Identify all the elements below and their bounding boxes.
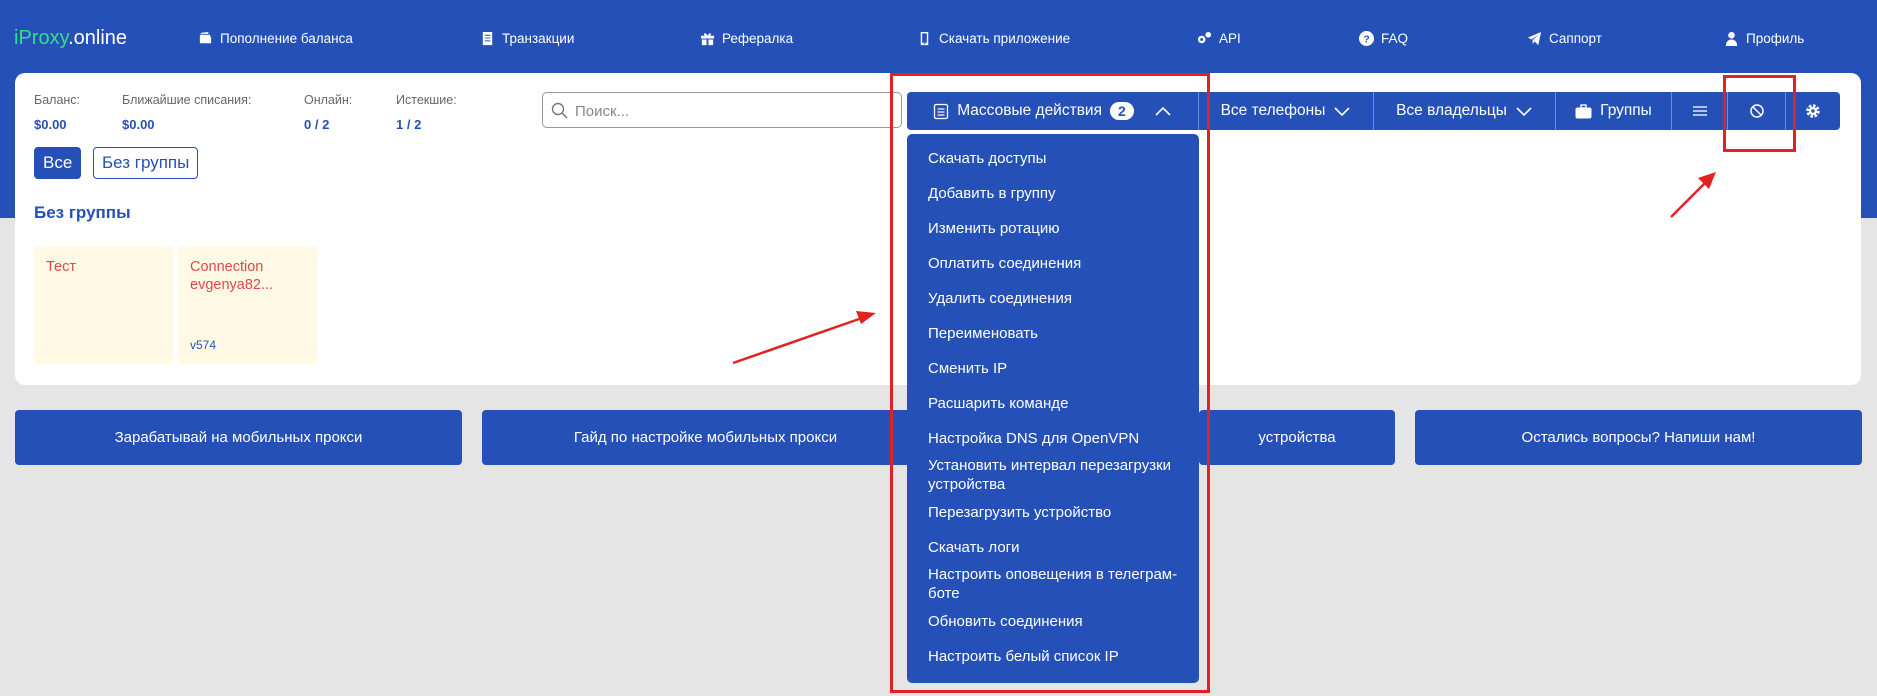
all-owners-dropdown[interactable]: Все владельцы: [1374, 92, 1556, 130]
connection-name: Connection evgenya82...: [190, 259, 274, 293]
search-box[interactable]: [542, 92, 902, 129]
menu-item-download-logs[interactable]: Скачать логи: [928, 538, 1188, 557]
nav-download-app[interactable]: Скачать приложение: [917, 31, 1070, 46]
menu-item-telegram-alerts[interactable]: Настроить оповещения в телеграм-боте: [928, 565, 1188, 603]
selected-count-badge: 2: [1109, 102, 1134, 120]
user-icon: [1725, 31, 1738, 46]
list-view-button[interactable]: [1672, 92, 1728, 130]
bulk-actions-menu: Скачать доступы Добавить в группу Измени…: [907, 134, 1199, 683]
menu-item-delete-connections[interactable]: Удалить соединения: [928, 289, 1188, 308]
chevron-up-icon: [1155, 106, 1171, 116]
menu-item-change-ip[interactable]: Сменить IP: [928, 359, 1188, 378]
menu-item-download-credentials[interactable]: Скачать доступы: [928, 149, 1188, 168]
list-doc-icon: [934, 103, 949, 119]
connection-card[interactable]: Тест: [34, 246, 173, 364]
stat-online: Онлайн: 0 / 2: [304, 93, 353, 132]
all-phones-dropdown[interactable]: Все телефоны: [1199, 92, 1374, 130]
svg-text:?: ?: [1363, 34, 1369, 45]
nav-support[interactable]: Саппорт: [1527, 31, 1602, 46]
telegram-icon: [1527, 31, 1542, 46]
menu-item-reboot-device[interactable]: Перезагрузить устройство: [928, 503, 1188, 522]
menu-item-reboot-interval[interactable]: Установить интервал перезагрузки устройс…: [928, 456, 1188, 494]
earn-banner[interactable]: Зарабатывай на мобильных прокси: [15, 410, 462, 465]
chevron-down-icon: [1516, 107, 1532, 117]
devices-banner[interactable]: устройства: [1199, 410, 1395, 465]
group-title: Без группы: [34, 203, 131, 222]
search-input[interactable]: [573, 93, 877, 129]
stat-balance: Баланс: $0.00: [34, 93, 81, 132]
toolbar: Массовые действия 2 Все телефоны Все вла…: [907, 92, 1840, 130]
gears-icon: [1197, 31, 1212, 44]
filter-all-button[interactable]: Все: [34, 147, 82, 179]
gift-icon: [700, 33, 715, 46]
nav-transactions[interactable]: Транзакции: [480, 31, 574, 46]
setup-guide-banner[interactable]: Гайд по настройке мобильных прокси: [482, 410, 929, 465]
filter-no-group-button[interactable]: Без группы: [93, 147, 199, 179]
nav-referral[interactable]: Рефералка: [700, 31, 793, 46]
briefcase-icon: [1575, 103, 1592, 118]
blocked-filter-button[interactable]: [1728, 92, 1786, 130]
nav-api[interactable]: API: [1197, 31, 1241, 46]
menu-item-change-rotation[interactable]: Изменить ротацию: [928, 219, 1188, 238]
stat-upcoming-charges: Ближайшие списания: $0.00: [122, 93, 252, 132]
menu-item-ip-whitelist[interactable]: Настроить белый список IP: [928, 647, 1188, 666]
groups-button[interactable]: Группы: [1556, 92, 1672, 130]
phone-icon: [920, 31, 929, 46]
connection-version: v574: [190, 338, 217, 352]
wallet-icon: [199, 31, 212, 44]
stat-expired: Истекшие: 1 / 2: [396, 93, 457, 132]
menu-item-rename[interactable]: Переименовать: [928, 324, 1188, 343]
list-icon: [1692, 106, 1707, 116]
settings-button[interactable]: [1786, 92, 1840, 130]
nav-faq[interactable]: ? FAQ: [1359, 31, 1408, 46]
menu-item-refresh-connections[interactable]: Обновить соединения: [928, 612, 1188, 631]
top-nav: iProxy.online Пополнение баланса Транзак…: [0, 0, 1877, 78]
document-icon: [482, 31, 493, 46]
nav-topup[interactable]: Пополнение баланса: [198, 31, 353, 46]
logo[interactable]: iProxy.online: [14, 27, 127, 50]
menu-item-add-to-group[interactable]: Добавить в группу: [928, 184, 1188, 203]
menu-item-pay-connections[interactable]: Оплатить соединения: [928, 254, 1188, 273]
chevron-down-icon: [1334, 107, 1350, 117]
menu-item-share-team[interactable]: Расшарить команде: [928, 394, 1188, 413]
question-icon: ?: [1359, 31, 1374, 46]
menu-item-dns-openvpn[interactable]: Настройка DNS для OpenVPN: [928, 429, 1188, 448]
search-icon: [551, 102, 568, 119]
contact-banner[interactable]: Остались вопросы? Напиши нам!: [1415, 410, 1862, 465]
gear-icon: [1806, 104, 1820, 118]
block-icon: [1749, 104, 1764, 118]
nav-profile[interactable]: Профиль: [1724, 31, 1804, 46]
connection-card[interactable]: Connection evgenya82... v574: [178, 246, 317, 364]
connection-name: Тест: [46, 259, 76, 275]
bulk-actions-button[interactable]: Массовые действия 2: [907, 92, 1199, 130]
